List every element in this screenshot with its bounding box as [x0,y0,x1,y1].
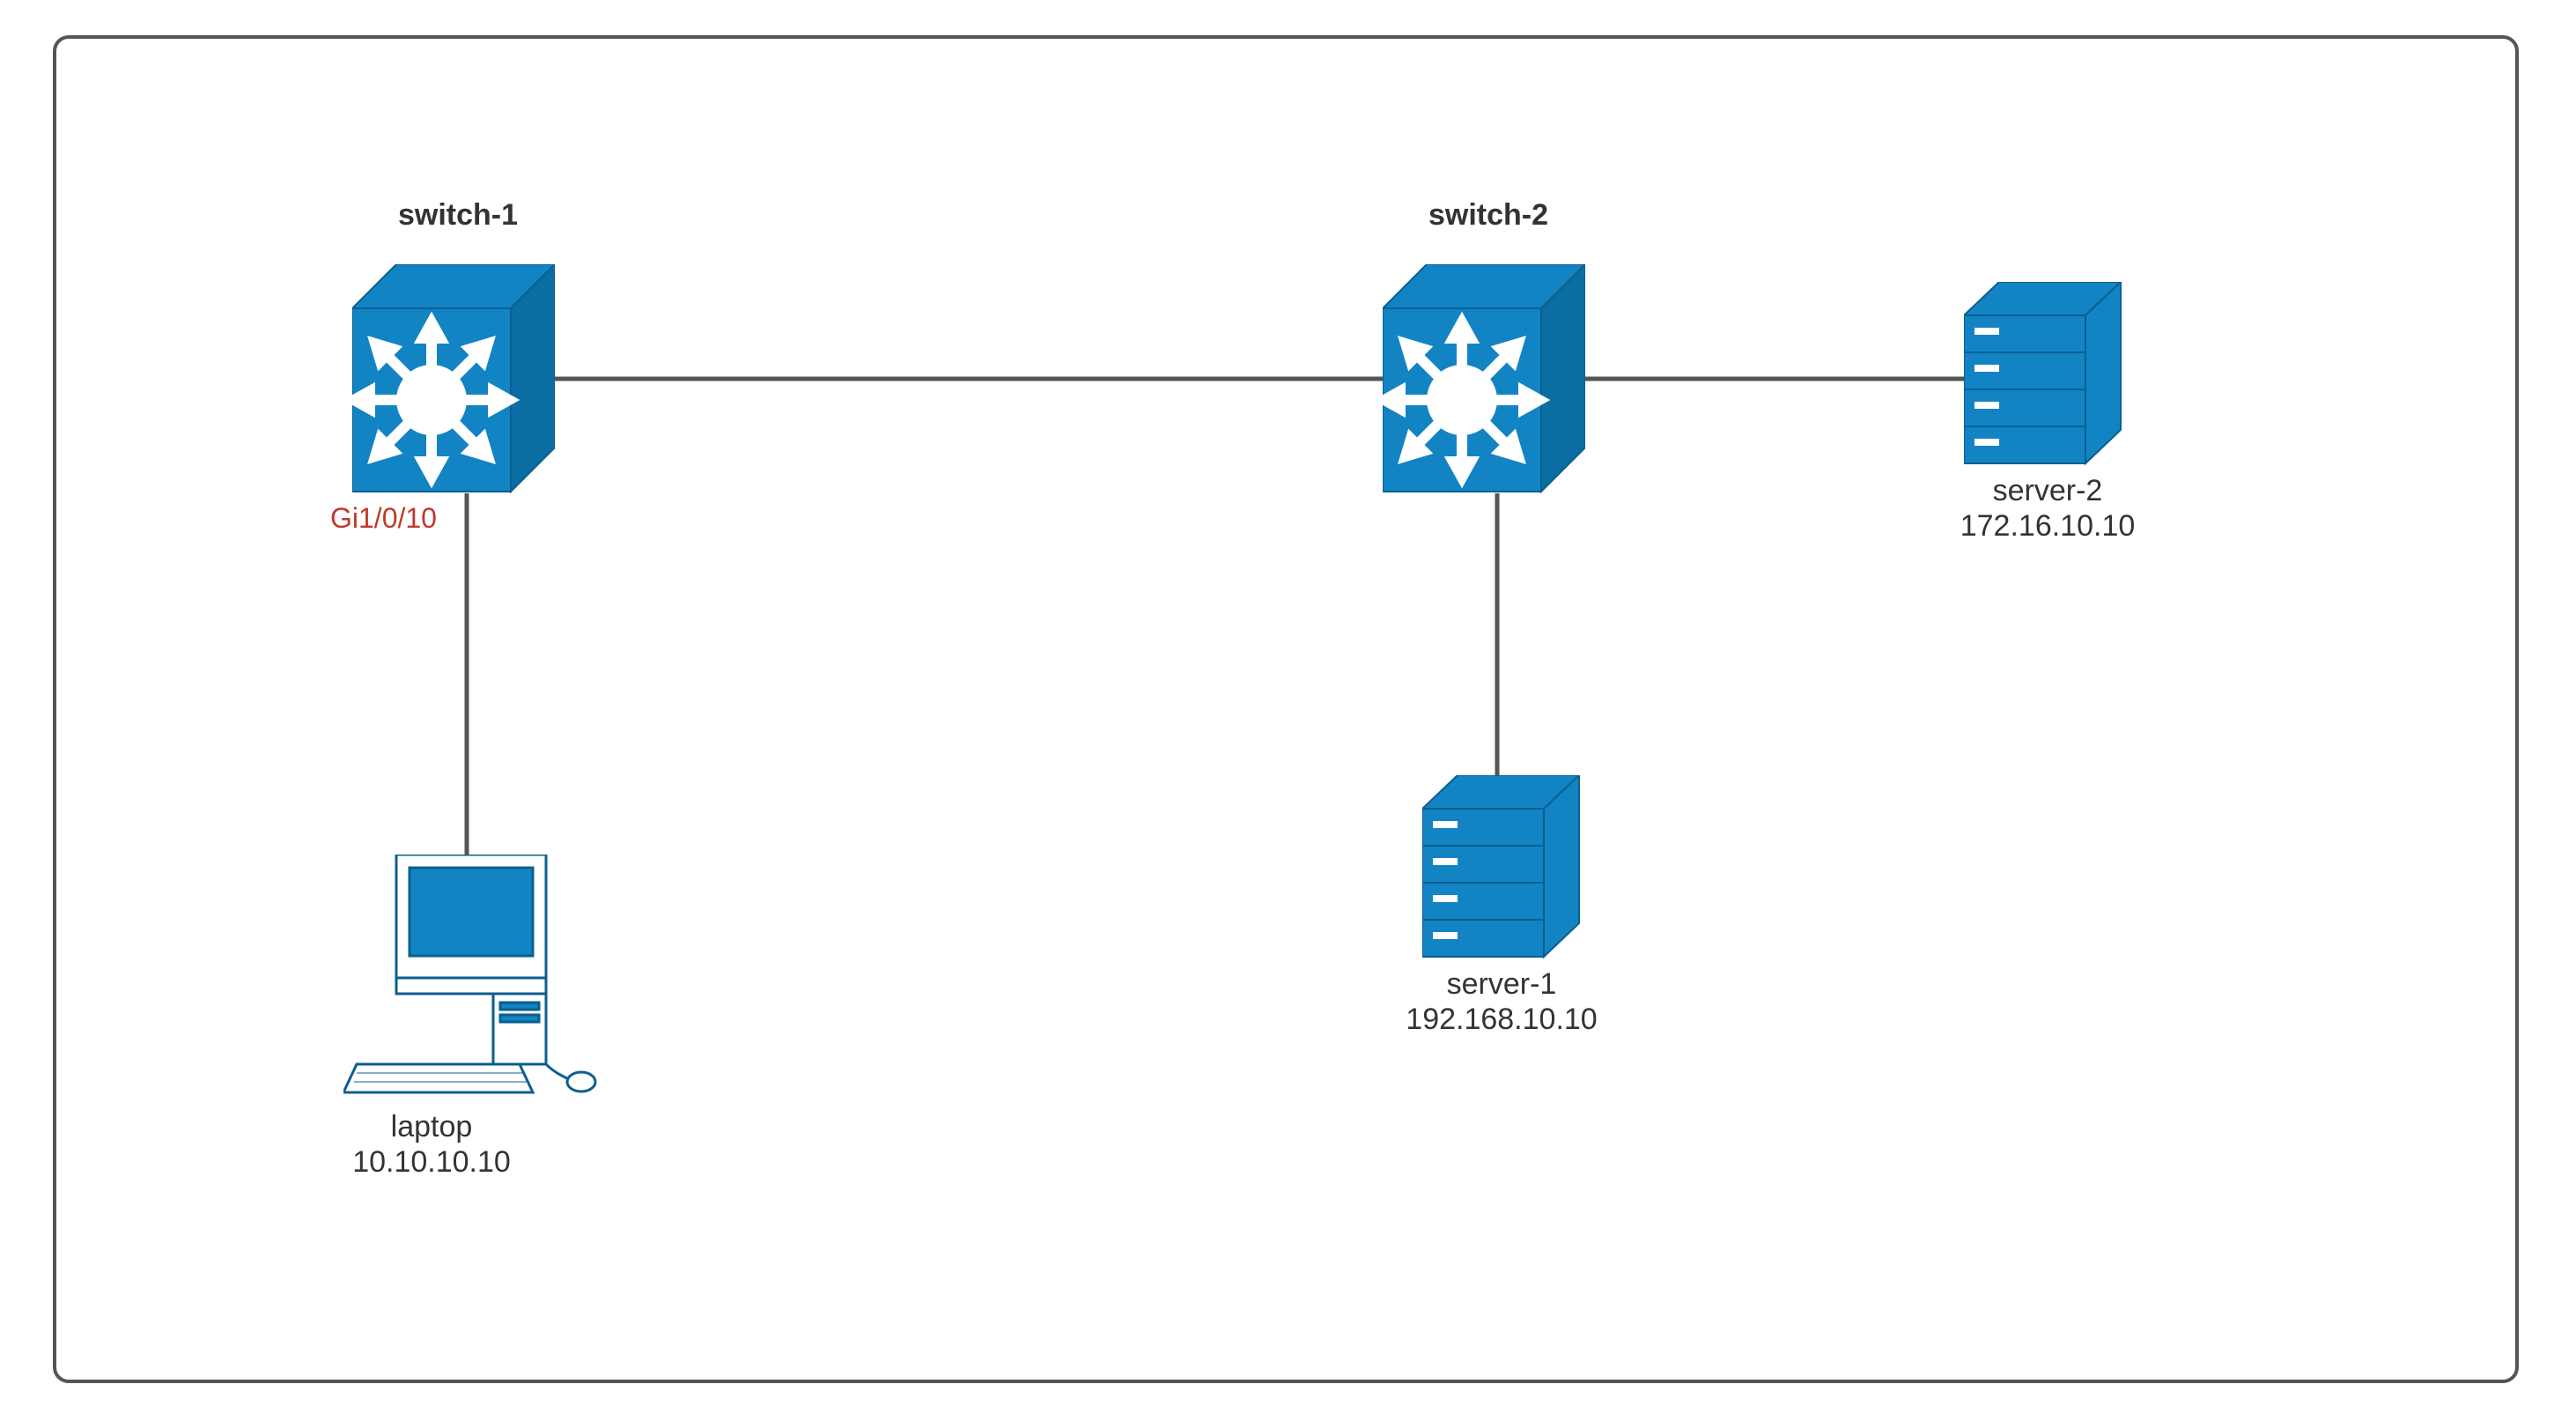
switch-icon [352,264,555,493]
laptop-ip: 10.10.10.10 [326,1145,537,1180]
switch-icon [1383,264,1585,493]
switch-1-label: switch-1 [370,198,546,233]
diagram-canvas: switch-1 Gi1/0/10 switch-2 [0,0,2576,1421]
workstation-icon [343,855,608,1101]
server-2-node[interactable] [1964,282,2122,471]
switch-2-label: switch-2 [1400,198,1576,233]
switch-1-port-label: Gi1/0/10 [330,502,437,535]
server-1-label: server-1 [1387,967,1616,1002]
server-icon [1964,282,2122,467]
switch-2-node[interactable] [1383,264,1585,498]
diagram-frame [53,35,2519,1383]
server-2-ip: 172.16.10.10 [1933,509,2162,544]
laptop-label: laptop [326,1110,537,1144]
server-2-label: server-2 [1933,474,2162,508]
server-icon [1422,775,1581,960]
laptop-node[interactable] [343,855,608,1106]
server-1-ip: 192.168.10.10 [1387,1003,1616,1037]
switch-1-node[interactable] [352,264,555,498]
server-1-node[interactable] [1422,775,1581,965]
